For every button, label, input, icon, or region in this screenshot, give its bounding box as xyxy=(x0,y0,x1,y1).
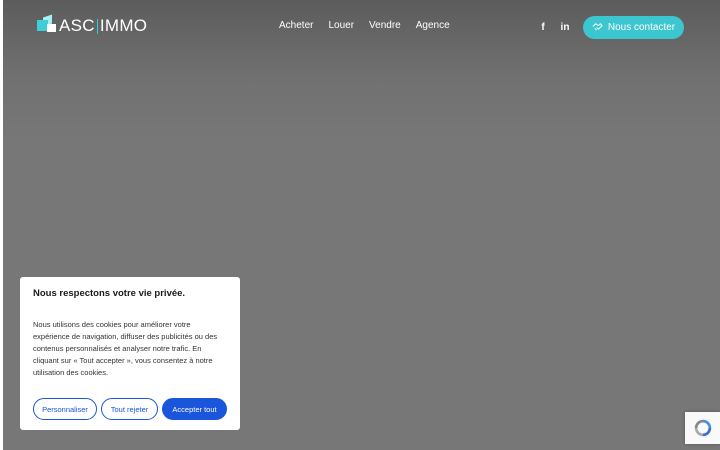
social-links: f in xyxy=(537,22,571,33)
nav-acheter[interactable]: Acheter xyxy=(279,20,313,31)
site-logo[interactable]: ASC IMMO xyxy=(37,14,147,37)
nav-vendre[interactable]: Vendre xyxy=(369,20,401,31)
logo-cube-icon xyxy=(37,14,57,36)
reject-all-button[interactable]: Tout rejeter xyxy=(101,398,158,420)
cookie-banner: Nous respectons votre vie privée. Nous u… xyxy=(20,277,240,430)
recaptcha-icon xyxy=(694,419,711,437)
main-nav: Acheter Louer Vendre Agence xyxy=(279,20,450,31)
logo-text-right: IMMO xyxy=(99,16,148,35)
handshake-icon xyxy=(592,21,603,35)
facebook-icon[interactable]: f xyxy=(537,22,549,33)
logo-text: ASC IMMO xyxy=(59,16,147,36)
nav-agence[interactable]: Agence xyxy=(416,20,450,31)
cookie-buttons: Personnaliser Tout rejeter Accepter tout xyxy=(33,398,227,420)
page: ASC IMMO Acheter Louer Vendre Agence f i… xyxy=(3,0,720,450)
logo-text-left: ASC xyxy=(59,16,95,35)
accept-all-button[interactable]: Accepter tout xyxy=(162,398,227,420)
logo-divider xyxy=(96,18,98,34)
customize-button[interactable]: Personnaliser xyxy=(33,398,97,420)
recaptcha-badge[interactable] xyxy=(685,412,720,444)
site-header: ASC IMMO Acheter Louer Vendre Agence f i… xyxy=(3,0,720,56)
contact-button-label: Nous contacter xyxy=(607,22,676,33)
contact-button[interactable]: Nous contacter xyxy=(583,16,684,39)
cookie-text: Nous utilisons des cookies pour améliore… xyxy=(33,320,218,377)
cookie-title: Nous respectons votre vie privée. xyxy=(33,288,186,299)
linkedin-icon[interactable]: in xyxy=(559,22,571,33)
nav-louer[interactable]: Louer xyxy=(328,20,354,31)
